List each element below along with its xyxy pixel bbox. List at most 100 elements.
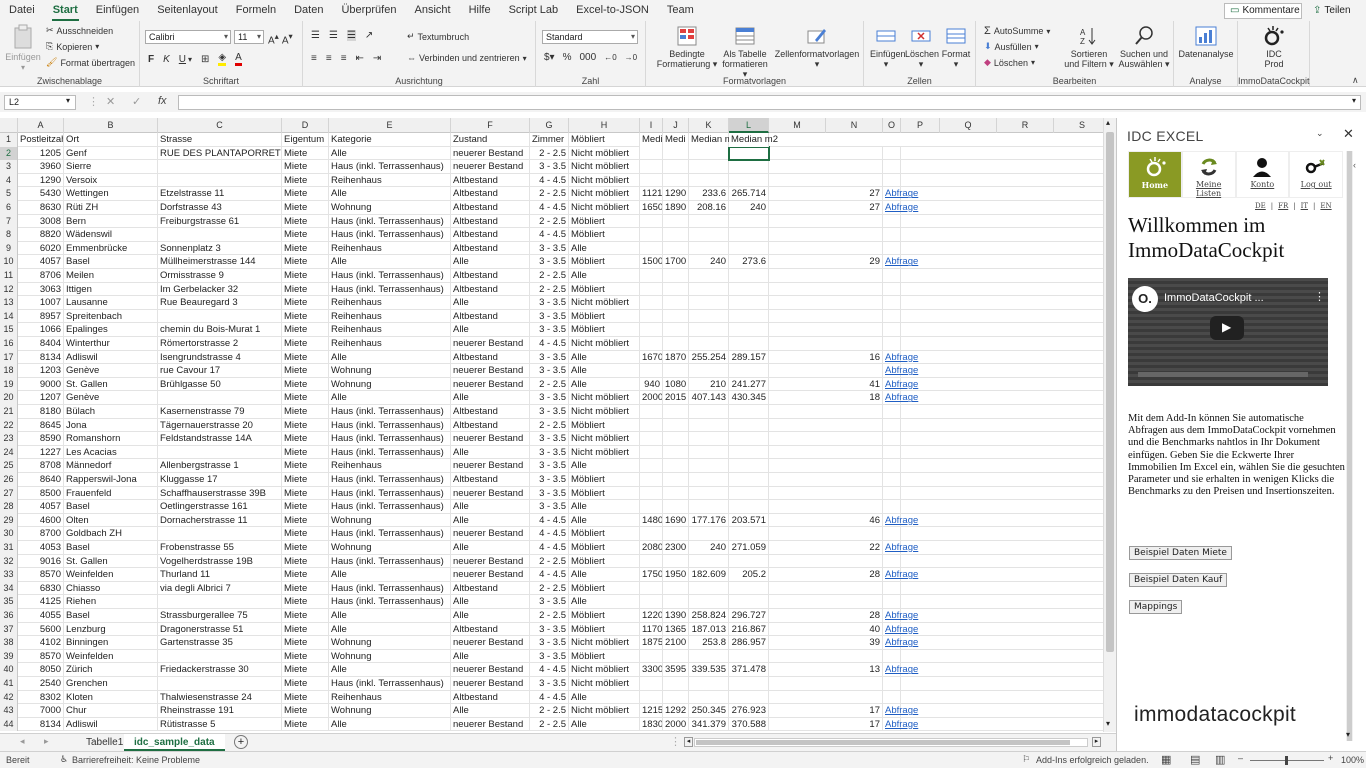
cell[interactable]: Miete <box>282 214 329 229</box>
cell[interactable]: 1890 <box>663 201 689 215</box>
cell[interactable] <box>689 269 729 283</box>
cell[interactable]: 6830 <box>18 581 64 596</box>
cell[interactable]: Möbliert <box>569 486 640 501</box>
cell[interactable]: Nicht möbliert <box>569 704 640 718</box>
cell[interactable]: 3008 <box>18 214 64 229</box>
cell[interactable]: Ittigen <box>64 282 158 297</box>
abfrage-link[interactable] <box>883 214 901 229</box>
cell[interactable] <box>640 282 663 297</box>
cell[interactable]: Alle <box>451 541 530 555</box>
cell[interactable] <box>689 500 729 514</box>
column-title[interactable]: Median m <box>689 133 733 147</box>
cell[interactable]: Allenbergstrasse 1 <box>158 459 282 473</box>
paste-button[interactable]: Einfügen ▾ <box>4 24 42 73</box>
cell[interactable]: 1205 <box>18 146 64 161</box>
cell[interactable]: Miete <box>282 201 329 215</box>
cell[interactable]: Strassburgerallee 75 <box>158 609 282 623</box>
cell[interactable]: 182.609 <box>689 568 729 582</box>
page-break-view-icon[interactable]: ▥ <box>1215 753 1225 766</box>
idc-prod-button[interactable]: IDC Prod <box>1260 25 1288 69</box>
cell[interactable] <box>663 214 689 229</box>
cell[interactable] <box>729 690 769 705</box>
cell[interactable]: Bülach <box>64 405 158 419</box>
cell[interactable]: Altbestand <box>451 418 530 433</box>
sheet-tab-idc-sample-data[interactable]: idc_sample_data <box>124 734 225 751</box>
cell[interactable]: 4057 <box>18 500 64 514</box>
row-number[interactable]: 44 <box>0 717 18 732</box>
cell[interactable]: 4 - 4.5 <box>530 541 569 555</box>
cell[interactable]: Alle <box>569 717 640 732</box>
cell[interactable]: Miete <box>282 377 329 392</box>
abfrage-link[interactable] <box>883 241 901 256</box>
cell[interactable] <box>663 649 689 664</box>
cell[interactable] <box>640 146 663 161</box>
menu-tab-8[interactable]: Hilfe <box>460 0 500 21</box>
row-number[interactable]: 26 <box>0 473 18 487</box>
cell[interactable]: 2080 <box>640 541 663 555</box>
align-right-icon[interactable]: ≡ <box>341 53 347 64</box>
cell[interactable] <box>663 364 689 378</box>
cell[interactable] <box>729 214 769 229</box>
cell[interactable] <box>729 649 769 664</box>
cell[interactable]: Miete <box>282 405 329 419</box>
pane-close-icon[interactable]: ✕ <box>1343 126 1354 142</box>
cell[interactable]: Miete <box>282 581 329 596</box>
align-center-icon[interactable]: ≡ <box>326 53 332 64</box>
cell[interactable]: neuerer Bestand <box>451 636 530 650</box>
cell[interactable]: 1203 <box>18 364 64 378</box>
lang-fr[interactable]: FR <box>1278 202 1288 210</box>
vertical-scroll-thumb[interactable] <box>1106 132 1114 652</box>
lang-en[interactable]: EN <box>1320 202 1331 210</box>
horizontal-scrollbar[interactable] <box>694 738 1088 747</box>
cell[interactable]: 28 <box>826 609 883 623</box>
cell[interactable]: Nicht möbliert <box>569 296 640 310</box>
abfrage-link[interactable]: Abfrage <box>883 187 918 201</box>
sample-buy-button[interactable]: Beispiel Daten Kauf <box>1129 573 1228 587</box>
cell[interactable] <box>826 214 883 229</box>
cell[interactable]: 28 <box>826 568 883 582</box>
cell[interactable]: Alle <box>451 323 530 337</box>
cell[interactable]: Männedorf <box>64 459 158 473</box>
cell[interactable]: 2 - 2.5 <box>530 554 569 569</box>
cell[interactable]: Frobenstrasse 55 <box>158 541 282 555</box>
orientation-icon[interactable]: ↗ <box>365 30 373 41</box>
cell[interactable]: 3 - 3.5 <box>530 391 569 405</box>
cell[interactable]: Altbestand <box>451 622 530 637</box>
cell[interactable] <box>826 364 883 378</box>
cell[interactable] <box>663 405 689 419</box>
cell[interactable]: Alle <box>451 391 530 405</box>
cell[interactable]: Lenzburg <box>64 622 158 637</box>
cell[interactable] <box>663 418 689 433</box>
abfrage-link[interactable] <box>883 649 901 664</box>
cell[interactable]: Oetlingerstrasse 161 <box>158 500 282 514</box>
cell[interactable] <box>158 445 282 460</box>
row-number[interactable]: 12 <box>0 282 18 297</box>
cell[interactable]: 3 - 3.5 <box>530 241 569 256</box>
cell[interactable] <box>826 160 883 174</box>
cell[interactable] <box>640 269 663 283</box>
cell[interactable]: Miete <box>282 445 329 460</box>
row-number[interactable]: 14 <box>0 309 18 324</box>
cell[interactable]: Binningen <box>64 636 158 650</box>
cell[interactable]: 8820 <box>18 228 64 242</box>
zoom-in-icon[interactable]: + <box>1328 753 1333 763</box>
thousands-icon[interactable]: 000 <box>580 52 597 63</box>
cell[interactable]: Dragonerstrasse 51 <box>158 622 282 637</box>
menu-tab-2[interactable]: Einfügen <box>87 0 148 21</box>
cell[interactable]: Reihenhaus <box>329 337 451 351</box>
row-number[interactable]: 16 <box>0 337 18 351</box>
cell[interactable]: Lausanne <box>64 296 158 310</box>
cell[interactable] <box>729 160 769 174</box>
conditional-formatting-button[interactable]: Bedingte Formatierung ▾ <box>652 25 722 69</box>
cell[interactable]: Ormisstrasse 9 <box>158 269 282 283</box>
cell[interactable]: Freiburgstrasse 61 <box>158 214 282 229</box>
menu-tab-0[interactable]: Datei <box>0 0 44 21</box>
cell[interactable] <box>663 445 689 460</box>
cell[interactable] <box>826 554 883 569</box>
cell[interactable]: Rütistrasse 5 <box>158 717 282 732</box>
cell[interactable]: Haus (inkl. Terrassenhaus) <box>329 527 451 541</box>
cell[interactable]: Reihenhaus <box>329 309 451 324</box>
cell[interactable]: Miete <box>282 282 329 297</box>
cell[interactable]: 3 - 3.5 <box>530 323 569 337</box>
cell[interactable]: 4 - 4.5 <box>530 663 569 677</box>
